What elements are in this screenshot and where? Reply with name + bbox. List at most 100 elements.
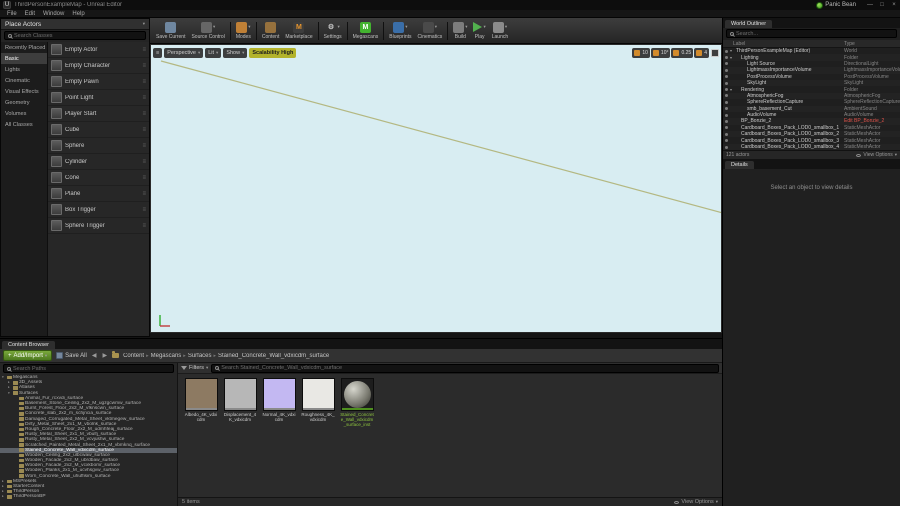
place-actors-search-input[interactable] [14, 32, 142, 39]
add-import-button[interactable]: + Add/Import ▾ [3, 350, 53, 361]
dropdown-arrow-icon[interactable]: ▾ [465, 24, 467, 30]
scalability-warning-button[interactable]: Scalability High [249, 47, 297, 58]
visibility-eye-icon[interactable] [723, 132, 730, 136]
place-actor-item[interactable]: Empty Pawn ≡ [48, 74, 149, 90]
place-actor-item[interactable]: Box Trigger ≡ [48, 202, 149, 218]
asset-tile[interactable]: Stained_Concrete_Wall_vdxicdm_surface_in… [340, 378, 374, 428]
paths-search-input[interactable] [13, 365, 170, 372]
breadcrumb-item[interactable]: Surfaces [188, 353, 212, 359]
toolbar-button[interactable]: ▾ Cinematics [414, 19, 445, 43]
visibility-eye-icon[interactable] [723, 49, 730, 53]
menu-item[interactable]: File [3, 11, 21, 17]
dropdown-arrow-icon[interactable]: ▾ [248, 24, 250, 30]
place-actors-category[interactable]: Visual Effects [1, 86, 47, 97]
place-actor-item[interactable]: Point Light ≡ [48, 90, 149, 106]
outliner-row[interactable]: ▾ ThirdPersonExampleMap (Editor) World [723, 48, 900, 54]
toolbar-button[interactable]: M ▾ Megascans [350, 19, 382, 43]
outliner-row[interactable]: SphereReflectionCapture SphereReflection… [723, 99, 900, 105]
filters-button[interactable]: Filters ▾ [181, 365, 208, 371]
viewport-mode-button[interactable]: Perspective ▾ [164, 47, 204, 58]
outliner-row[interactable]: Light Source DirectionalLight [723, 61, 900, 67]
dropdown-arrow-icon[interactable]: ▾ [505, 24, 507, 30]
drag-grip-icon[interactable]: ≡ [142, 191, 146, 197]
toolbar-button[interactable]: ▾ Content [259, 19, 283, 43]
drag-grip-icon[interactable]: ≡ [142, 95, 146, 101]
drag-grip-icon[interactable]: ≡ [142, 223, 146, 229]
menu-item[interactable]: Help [68, 11, 88, 17]
dropdown-arrow-icon[interactable]: ▾ [435, 24, 437, 30]
visibility-eye-icon[interactable] [723, 126, 730, 130]
place-actors-category[interactable]: Cinematic [1, 75, 47, 86]
toolbar-button[interactable]: ▾ Launch [489, 19, 511, 43]
place-actor-item[interactable]: Player Start ≡ [48, 106, 149, 122]
dropdown-arrow-icon[interactable]: ▾ [405, 24, 407, 30]
outliner-row[interactable]: Cardboard_Boxes_Pack_LOD0_smallbox_3 Sta… [723, 137, 900, 144]
outliner-view-options[interactable]: View Options ▾ [856, 152, 897, 158]
column-type[interactable]: Type [844, 41, 900, 47]
drag-grip-icon[interactable]: ≡ [142, 111, 146, 117]
dropdown-arrow-icon[interactable]: ▾ [338, 24, 340, 30]
visibility-eye-icon[interactable] [723, 68, 730, 72]
toolbar-button[interactable]: ▾ Blueprints [386, 19, 414, 43]
place-actor-item[interactable]: Sphere ≡ [48, 138, 149, 154]
folder-tree-item[interactable]: ▸ ThirdPersonBP [0, 494, 177, 499]
outliner-row[interactable]: PostProcessVolume PostProcessVolume [723, 74, 900, 80]
drag-grip-icon[interactable]: ≡ [142, 207, 146, 213]
visibility-eye-icon[interactable] [723, 107, 730, 111]
chevron-down-icon[interactable]: ▾ [143, 21, 145, 27]
place-actor-item[interactable]: Cube ≡ [48, 122, 149, 138]
maximize-button[interactable]: □ [876, 2, 888, 8]
asset-tile[interactable]: Roughness_4K_vdxicdm [301, 378, 335, 422]
place-actor-item[interactable]: Empty Character ≡ [48, 58, 149, 74]
assets-search[interactable] [211, 363, 719, 373]
drag-grip-icon[interactable]: ≡ [142, 127, 146, 133]
asset-tile[interactable]: Albedo_4K_vdxicdm [184, 378, 218, 422]
expander-arrow-icon[interactable]: ▸ [2, 494, 6, 499]
dropdown-arrow-icon[interactable]: ▾ [483, 24, 485, 30]
place-actors-category[interactable]: All Classes [1, 119, 47, 130]
outliner-row[interactable]: Cardboard_Boxes_Pack_LOD0_smallbox_2 Sta… [723, 131, 900, 138]
drag-grip-icon[interactable]: ≡ [142, 79, 146, 85]
maximize-viewport-icon[interactable] [711, 48, 719, 57]
breadcrumb-item[interactable]: Content [123, 353, 144, 359]
place-actor-item[interactable]: Cylinder ≡ [48, 154, 149, 170]
drag-grip-icon[interactable]: ≡ [142, 159, 146, 165]
column-label[interactable]: Label [723, 41, 844, 47]
asset-tile[interactable]: Normal_4K_vdxicdm [262, 378, 296, 422]
viewport-snap-control[interactable]: 0.25 [671, 47, 694, 58]
viewport-snap-control[interactable]: 10 [632, 47, 650, 58]
assets-search-input[interactable] [221, 365, 715, 371]
visibility-eye-icon[interactable] [723, 113, 730, 117]
save-all-button[interactable]: Save All [56, 352, 87, 359]
outliner-row[interactable]: LightmassImportanceVolume LightmassImpor… [723, 67, 900, 74]
close-button[interactable]: × [888, 2, 900, 8]
outliner-row[interactable]: SkyLight SkyLight [723, 79, 900, 87]
visibility-eye-icon[interactable] [723, 75, 730, 79]
drag-grip-icon[interactable]: ≡ [142, 175, 146, 181]
place-actors-category[interactable]: Geometry [1, 97, 47, 108]
toolbar-button[interactable]: ⚙ ▾ Settings [321, 19, 345, 43]
outliner-search-input[interactable] [736, 30, 893, 37]
visibility-eye-icon[interactable] [723, 94, 730, 98]
user-avatar[interactable] [816, 1, 824, 9]
tab-world-outliner[interactable]: World Outliner [725, 20, 773, 28]
toolbar-button[interactable]: M ▾ Marketplace [282, 19, 315, 43]
drag-grip-icon[interactable]: ≡ [142, 47, 146, 53]
outliner-row[interactable]: smb_basement_Cut AmbientSound [723, 105, 900, 112]
tab-content-browser[interactable]: Content Browser [2, 341, 55, 349]
breadcrumb-item[interactable]: Megascans [151, 353, 182, 359]
visibility-eye-icon[interactable] [723, 62, 730, 66]
drag-grip-icon[interactable]: ≡ [142, 63, 146, 69]
visibility-eye-icon[interactable] [723, 119, 730, 123]
place-actor-item[interactable]: Empty Actor ≡ [48, 42, 149, 58]
toolbar-button[interactable]: ▾ Modes [233, 19, 254, 43]
place-actors-category[interactable]: Volumes [1, 108, 47, 119]
viewport-options-icon[interactable]: ≡ [153, 47, 163, 58]
toolbar-button[interactable]: ▾ Play [470, 19, 488, 43]
place-actors-category[interactable]: Basic [1, 53, 47, 64]
outliner-row[interactable]: Cardboard_Boxes_Pack_LOD0_smallbox_1 Sta… [723, 125, 900, 131]
outliner-row[interactable]: AudioVolume AudioVolume [723, 112, 900, 118]
visibility-eye-icon[interactable] [723, 100, 730, 104]
back-arrow-icon[interactable]: ◀ [91, 352, 98, 359]
level-viewport[interactable]: ≡ Perspective ▾ Lit ▾ Show ▾ Scalability High… [150, 44, 722, 333]
